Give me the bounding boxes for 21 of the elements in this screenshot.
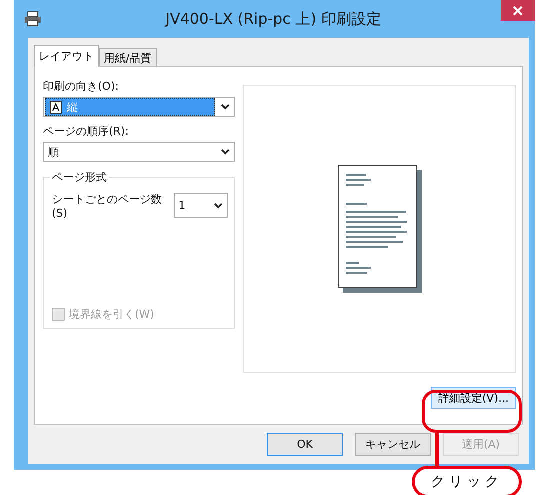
window-title: JV400-LX (Rip-pc 上) 印刷設定	[164, 10, 382, 28]
portrait-page-icon	[50, 100, 62, 114]
callout-bubble: クリック	[412, 466, 522, 495]
page-order-label: ページの順序(R):	[43, 124, 130, 139]
chevron-down-icon	[214, 202, 222, 208]
orientation-label: 印刷の向き(O):	[43, 79, 120, 94]
chevron-down-icon	[220, 104, 230, 110]
orientation-value: 縦	[67, 100, 78, 114]
printer-icon	[24, 11, 42, 27]
chevron-down-icon	[220, 149, 230, 155]
pages-per-sheet-label: シートごとのページ数(S)	[52, 192, 163, 220]
dialog-button[interactable]: キャンセル	[355, 433, 431, 456]
tab[interactable]: レイアウト	[34, 45, 99, 67]
group-title: ページ形式	[50, 170, 109, 185]
border-checkbox-label: 境界線を引く(W)	[69, 307, 154, 322]
tab[interactable]: 用紙/品質	[99, 48, 157, 67]
close-button[interactable]	[501, 0, 535, 21]
pages-per-sheet-dropdown[interactable]: 1	[174, 193, 228, 218]
page-order-dropdown[interactable]: 順	[43, 142, 235, 162]
close-icon	[513, 6, 523, 16]
dialog-button[interactable]: OK	[267, 433, 343, 456]
